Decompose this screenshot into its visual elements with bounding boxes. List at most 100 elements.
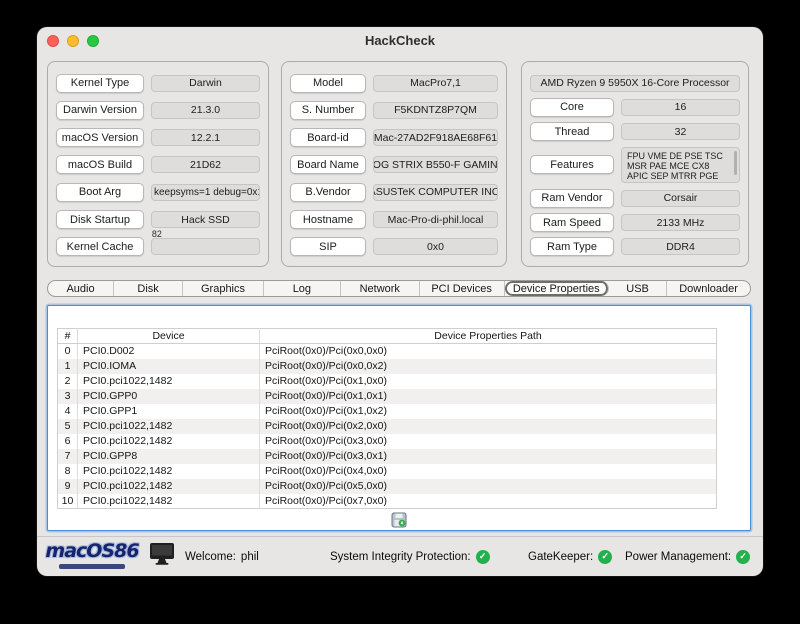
table-row[interactable]: 4 PCI0.GPP1 PciRoot(0x0)/Pci(0x1,0x2) [58,403,717,419]
model-label-button[interactable]: Model [290,73,366,93]
tab-graphics[interactable]: Graphics [183,281,264,296]
tab-disk[interactable]: Disk [114,281,184,296]
path-cell: PciRoot(0x0)/Pci(0x5,0x0) [259,478,717,494]
field-row-ram-speed: Ram Speed 2133 MHz [530,213,740,233]
device-cell: PCI0.pci1022,1482 [77,463,260,479]
save-icon[interactable] [391,512,407,528]
device-cell: PCI0.pci1022,1482 [77,493,260,509]
device-cell: PCI0.pci1022,1482 [77,418,260,434]
disk-startup-value-field: Hack SSD [151,211,260,229]
category-tab-bar: Audio Disk Graphics Log Network PCI Devices De… [47,280,751,297]
field-row-sip: SIP 0x0 [290,237,498,257]
ram-type-label-button[interactable]: Ram Type [530,237,614,257]
field-row-b-vendor: B.Vendor ASUSTeK COMPUTER INC. [290,182,498,202]
device-properties-table: # Device Device Properties Path 0 PCI0.D002… [57,328,717,509]
column-header-[interactable]: # [57,328,78,344]
model-value-field: MacPro7,1 [373,74,498,92]
path-cell: PciRoot(0x0)/Pci(0x0,0x0) [259,343,717,359]
features-label-button[interactable]: Features [530,155,614,175]
path-cell: PciRoot(0x0)/Pci(0x1,0x2) [259,403,717,419]
row-index-cell: 8 [64,465,71,477]
table-row[interactable]: 2 PCI0.pci1022,1482 PciRoot(0x0)/Pci(0x1,0… [58,373,717,389]
row-index-cell: 2 [64,375,71,387]
welcome-status: Welcome: phil [185,551,259,563]
power-management-status: Power Management: ✓ [625,549,751,564]
power-check-icon: ✓ [736,549,751,564]
kernel-type-value-field: Darwin [151,74,260,92]
device-cell: PCI0.pci1022,1482 [77,373,260,389]
hackcheck-window: HackCheck Kernel Type Darwin Darwin Versio… [37,27,763,576]
table-row[interactable]: 9 PCI0.pci1022,1482 PciRoot(0x0)/Pci(0x5,0… [57,478,717,494]
gatekeeper-status: GateKeeper: ✓ [528,549,613,564]
column-header-device[interactable]: Device [77,328,260,344]
field-row-features: Features FPU VME DE PSE TSC MSR PAE MCE C… [530,146,740,184]
tab-audio[interactable]: Audio [48,281,115,296]
field-row-kernel-type: Kernel Type Darwin [56,73,260,93]
kernel-cache-value-field [151,238,260,256]
macos-build-label-button[interactable]: macOS Build [56,155,144,175]
table-row[interactable]: 7 PCI0.GPP8 PciRoot(0x0)/Pci(0x3,0x1) [57,448,717,464]
b-vendor-label-button[interactable]: B.Vendor [290,182,366,202]
core-label-button[interactable]: Core [530,97,614,117]
table-row[interactable]: 10 PCI0.pci1022,1482 PciRoot(0x0)/Pci(0x7,… [58,493,717,509]
tab-log[interactable]: Log [264,281,341,296]
path-cell: PciRoot(0x0)/Pci(0x1,0x0) [259,373,717,389]
table-row[interactable]: 1 PCI0.IOMA PciRoot(0x0)/Pci(0x0,0x2) [57,358,717,374]
title-bar[interactable]: HackCheck [37,27,763,55]
row-index-cell: 3 [64,390,71,402]
kernel-type-label-button[interactable]: Kernel Type [56,73,144,93]
field-row-macos-version: macOS Version 12.2.1 [56,128,260,148]
path-cell: PciRoot(0x0)/Pci(0x1,0x1) [259,388,717,404]
sip-status-label: System Integrity Protection: [330,550,471,563]
s-number-value-field: F5KDNTZ8P7QM [373,101,498,119]
ram-speed-value-field: 2133 MHz [621,214,740,232]
path-cell: PciRoot(0x0)/Pci(0x4,0x0) [259,463,717,479]
field-row-cpu-name: AMD Ryzen 9 5950X 16-Core Processor [530,73,740,93]
darwin-version-value-field: 21.3.0 [151,101,260,119]
field-row-hostname: Hostname Mac-Pro-di-phil.local [290,210,498,230]
tab-pci-devices[interactable]: PCI Devices [420,281,505,296]
tab-usb[interactable]: USB [609,281,668,296]
column-header-device-properties-path[interactable]: Device Properties Path [259,328,717,344]
hostname-label-button[interactable]: Hostname [290,210,366,230]
table-row[interactable]: 6 PCI0.pci1022,1482 PciRoot(0x0)/Pci(0x3,0… [58,433,717,449]
sip-label-button[interactable]: SIP [290,237,366,257]
path-cell: PciRoot(0x0)/Pci(0x0,0x2) [259,358,717,374]
field-row-board-name: Board Name ROG STRIX B550-F GAMING [290,155,498,175]
ram-speed-label-button[interactable]: Ram Speed [530,213,614,233]
table-row[interactable]: 0 PCI0.D002 PciRoot(0x0)/Pci(0x0,0x0) [58,343,717,359]
board-id-label-button[interactable]: Board-id [290,128,366,148]
macos-version-label-button[interactable]: macOS Version [56,128,144,148]
row-index-cell: 4 [64,405,71,417]
table-row[interactable]: 5 PCI0.pci1022,1482 PciRoot(0x0)/Pci(0x2,0… [57,418,717,434]
model-info-panel: Model MacPro7,1 S. Number F5KDNTZ8P7QM Board… [281,61,507,267]
power-management-label: Power Management: [625,550,732,563]
kernel-cache-label-button[interactable]: Kernel Cache [56,237,144,257]
path-cell: PciRoot(0x0)/Pci(0x7,0x0) [259,493,717,509]
core-value-field: 16 [621,98,740,116]
row-index-cell: 0 [64,345,71,358]
ram-vendor-label-button[interactable]: Ram Vendor [530,188,614,208]
tab-device-properties[interactable]: Device Properties [504,281,610,296]
field-row-model: Model MacPro7,1 [290,73,498,93]
macos-version-value-field: 12.2.1 [151,129,260,147]
table-row[interactable]: 8 PCI0.pci1022,1482 PciRoot(0x0)/Pci(0x4,0… [58,463,717,479]
device-cell: PCI0.GPP8 [77,448,260,464]
board-id-value-field: Mac-27AD2F918AE68F61 [373,129,498,147]
field-row-ram-vendor: Ram Vendor Corsair [530,188,740,208]
path-cell: PciRoot(0x0)/Pci(0x3,0x1) [259,448,717,464]
thread-label-button[interactable]: Thread [530,122,614,142]
disk-startup-label-button[interactable]: Disk Startup [56,210,144,230]
s-number-label-button[interactable]: S. Number [290,100,366,120]
table-row[interactable]: 3 PCI0.GPP0 PciRoot(0x0)/Pci(0x1,0x1) [57,388,717,404]
device-cell: PCI0.IOMA [77,358,260,374]
gatekeeper-status-label: GateKeeper: [528,550,594,563]
boot-arg-label-button[interactable]: Boot Arg [56,182,144,202]
tab-network[interactable]: Network [341,281,420,296]
macos86-logo: macOS86 [45,540,140,569]
darwin-version-label-button[interactable]: Darwin Version [56,100,144,120]
field-row-boot-arg: Boot Arg keepsyms=1 debug=0x10 [56,182,260,202]
field-row-disk-startup: Disk Startup Hack SSD [56,210,260,230]
tab-downloader[interactable]: Downloader [667,281,750,296]
board-name-label-button[interactable]: Board Name [290,155,366,175]
